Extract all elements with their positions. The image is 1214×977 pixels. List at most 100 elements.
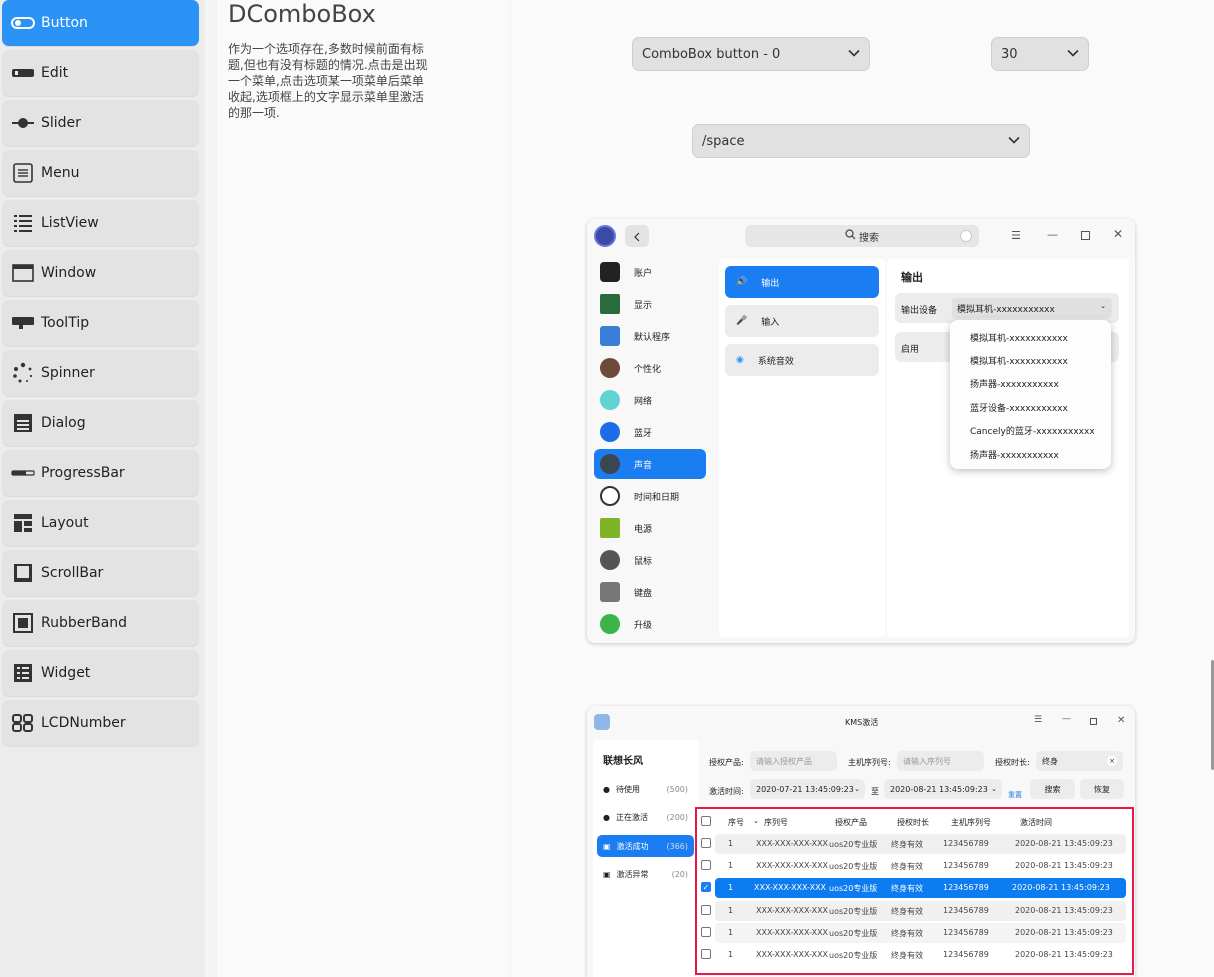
row-checkbox[interactable]: [701, 860, 711, 870]
sidebar-item-menu[interactable]: Menu: [2, 150, 199, 196]
key-icon: ▣: [603, 841, 611, 851]
dropdown-item[interactable]: 蓝牙设备-xxxxxxxxxxx: [970, 401, 1068, 414]
settings-nav-item[interactable]: 显示: [594, 289, 706, 319]
minimize-icon[interactable]: —: [1047, 228, 1058, 241]
row-checkbox-checked[interactable]: ✓: [701, 882, 711, 892]
table-row-selected[interactable]: ✓ 1 XXX-XXX-XXX-XXX uos20专业版 终身有效 123456…: [701, 878, 1126, 898]
sidebar-item-tooltip[interactable]: ToolTip: [2, 300, 199, 346]
sidebar-item-edit[interactable]: Edit: [2, 50, 199, 96]
sidebar-item-button[interactable]: Button: [2, 0, 199, 46]
cell-duration: 终身有效: [891, 840, 923, 849]
output-device-label: 输出设备: [901, 306, 938, 316]
settings-nav-item[interactable]: 鼠标: [594, 545, 706, 575]
sidebar-item-spinner[interactable]: Spinner: [2, 350, 199, 396]
sidebar-item-rubberband[interactable]: RubberBand: [2, 600, 199, 646]
group-item-success[interactable]: ▣ 激活成功 (366): [597, 835, 694, 857]
duration-value: 终身: [1042, 756, 1058, 766]
combobox-button[interactable]: ComboBox button - 0: [632, 37, 870, 71]
table-row[interactable]: 1 XXX-XXX-XXX-XXX uos20专业版 终身有效 12345678…: [701, 901, 1126, 921]
sub-nav-label: 输入: [761, 317, 780, 328]
duration-field[interactable]: 终身 ×: [1036, 751, 1123, 771]
voice-search-icon[interactable]: [960, 230, 972, 242]
time-to-field[interactable]: 2020-08-21 13:45:09:23 ⌄: [884, 779, 1002, 799]
group-item-activating[interactable]: ● 正在激活 (200): [597, 806, 694, 828]
column-header[interactable]: 授权时长: [897, 817, 929, 828]
settings-nav-item[interactable]: 默认程序: [594, 321, 706, 351]
time-from-field[interactable]: 2020-07-21 13:45:09:23 ⌄: [750, 779, 865, 799]
main-menu-icon[interactable]: ☰: [1011, 229, 1021, 242]
combobox-number[interactable]: 30: [991, 37, 1089, 71]
column-header[interactable]: 授权产品: [835, 817, 867, 828]
settings-nav-item-active[interactable]: 声音: [594, 449, 706, 479]
clear-icon[interactable]: ×: [1107, 756, 1117, 766]
search-input[interactable]: 搜索: [745, 225, 979, 247]
settings-nav-item[interactable]: 蓝牙: [594, 417, 706, 447]
reset-link[interactable]: 重置: [1008, 790, 1022, 800]
close-icon[interactable]: ✕: [1117, 715, 1125, 726]
dropdown-item[interactable]: Cancely的蓝牙-xxxxxxxxxxx: [970, 424, 1095, 437]
settings-nav-item[interactable]: 个性化: [594, 353, 706, 383]
table-row[interactable]: 1 XXX-XXX-XXX-XXX uos20专业版 终身有效 12345678…: [701, 834, 1126, 854]
settings-nav-item[interactable]: 时间和日期: [594, 481, 706, 511]
table-row[interactable]: 1 XXX-XXX-XXX-XXX uos20专业版 终身有效 12345678…: [701, 945, 1126, 965]
restore-button[interactable]: 恢复: [1080, 779, 1124, 799]
combobox-editable[interactable]: /space: [692, 124, 1030, 158]
system-sound-icon: ◉: [736, 355, 744, 365]
row-checkbox[interactable]: [701, 949, 711, 959]
sub-nav-input[interactable]: 🎤 输入: [725, 305, 879, 337]
time-from-value: 2020-07-21 13:45:09:23: [756, 784, 854, 794]
select-all-checkbox[interactable]: [701, 816, 711, 826]
column-header[interactable]: 序列号: [764, 817, 788, 828]
table-row[interactable]: 1 XXX-XXX-XXX-XXX uos20专业版 终身有效 12345678…: [701, 856, 1126, 876]
sidebar-item-scrollbar[interactable]: ScrollBar: [2, 550, 199, 596]
sidebar-item-lcdnumber[interactable]: LCDNumber: [2, 700, 199, 746]
sub-nav-output[interactable]: 🔊 输出: [725, 266, 879, 298]
sidebar-item-label: RubberBand: [41, 615, 128, 631]
chevron-down-icon: [1008, 134, 1020, 149]
maximize-icon[interactable]: [1081, 231, 1090, 240]
main-menu-icon[interactable]: ☰: [1034, 715, 1042, 725]
row-checkbox[interactable]: [701, 838, 711, 848]
cell-product: uos20专业版: [829, 884, 878, 893]
dropdown-item[interactable]: 模拟耳机-xxxxxxxxxxx: [970, 331, 1068, 344]
row-checkbox[interactable]: [701, 905, 711, 915]
output-device-combobox[interactable]: 模拟耳机-xxxxxxxxxxx ⌄: [952, 298, 1112, 318]
sidebar-item-label: ScrollBar: [41, 565, 104, 581]
settings-nav-item[interactable]: 账户: [594, 257, 706, 287]
settings-nav-item[interactable]: 电源: [594, 513, 706, 543]
time-label: 激活时间:: [709, 787, 744, 796]
dropdown-item[interactable]: 模拟耳机-xxxxxxxxxxx: [970, 354, 1068, 367]
sidebar-item-widget[interactable]: Widget: [2, 650, 199, 696]
toggle-icon: [10, 13, 36, 33]
dropdown-item[interactable]: 扬声器-xxxxxxxxxxx: [970, 377, 1059, 390]
product-input[interactable]: 请输入授权产品: [750, 751, 837, 771]
dropdown-item[interactable]: 扬声器-xxxxxxxxxxx: [970, 448, 1059, 461]
sidebar-item-slider[interactable]: Slider: [2, 100, 199, 146]
sidebar-item-window[interactable]: Window: [2, 250, 199, 296]
combobox-value: ComboBox button - 0: [642, 46, 781, 62]
sort-chevron-icon[interactable]: ⌄: [753, 817, 759, 825]
serial-input[interactable]: 请输入序列号: [897, 751, 984, 771]
maximize-icon[interactable]: [1090, 718, 1097, 725]
minimize-icon[interactable]: —: [1062, 714, 1071, 724]
close-icon[interactable]: ✕: [1113, 227, 1123, 241]
sidebar-item-progressbar[interactable]: ProgressBar: [2, 450, 199, 496]
column-header[interactable]: 主机序列号: [951, 817, 991, 828]
group-item-error[interactable]: ▣ 激活异常 (20): [597, 863, 694, 885]
settings-nav-item[interactable]: 网络: [594, 385, 706, 415]
sidebar-item-layout[interactable]: Layout: [2, 500, 199, 546]
sidebar-item-listview[interactable]: ListView: [2, 200, 199, 246]
column-header[interactable]: 序号: [728, 817, 744, 828]
sidebar-item-dialog[interactable]: Dialog: [2, 400, 199, 446]
column-header[interactable]: 激活时间: [1020, 817, 1052, 828]
settings-nav-item[interactable]: 键盘: [594, 577, 706, 607]
table-row[interactable]: 1 XXX-XXX-XXX-XXX uos20专业版 终身有效 12345678…: [701, 923, 1126, 943]
row-checkbox[interactable]: [701, 927, 711, 937]
network-icon: [600, 390, 620, 410]
sub-nav-system-sounds[interactable]: ◉ 系统音效: [725, 344, 879, 376]
settings-nav-item[interactable]: 升级: [594, 609, 706, 639]
search-button[interactable]: 搜索: [1030, 779, 1075, 799]
output-device-value: 模拟耳机-xxxxxxxxxxx: [957, 305, 1055, 315]
group-item-pending[interactable]: ● 待使用 (500): [597, 778, 694, 800]
back-button[interactable]: [625, 225, 649, 247]
